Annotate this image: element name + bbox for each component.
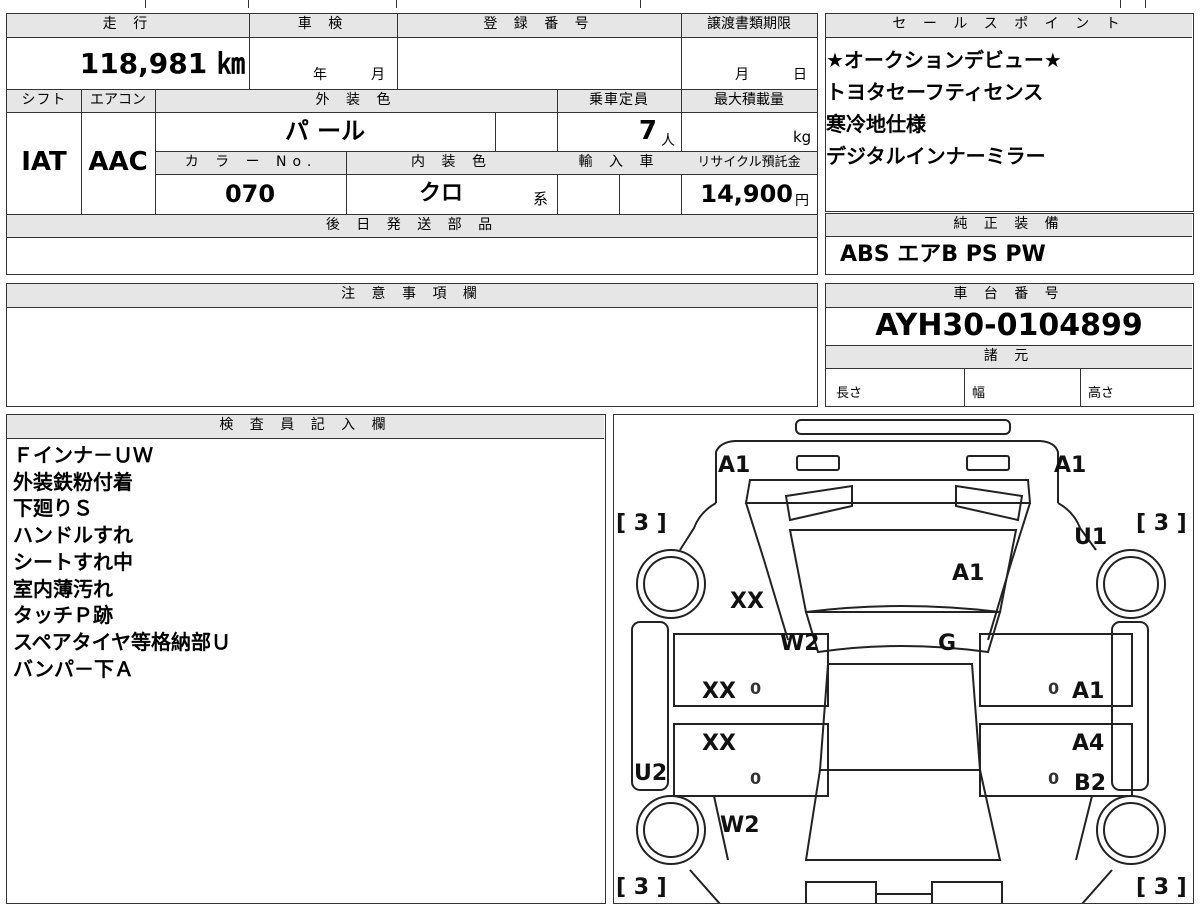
exterior-color-header: 外 装 色	[155, 90, 557, 112]
inspector-line: シートすれ中	[13, 549, 133, 574]
mark-zero: 0	[1048, 679, 1059, 698]
inspector-line: スペアタイヤ等格納部Ｕ	[13, 629, 231, 654]
inspector-line: 下廻りＳ	[13, 496, 93, 521]
import-header: 輸 入 車	[557, 152, 681, 174]
mark-right-front-fender: U1	[1074, 525, 1107, 550]
tire-tread-rear-left: [ 3 ]	[616, 875, 667, 900]
mark-left-front-fender: XX	[730, 589, 764, 614]
aircon-header: エアコン	[81, 90, 155, 112]
recycle-header: リサイクル預託金	[681, 152, 817, 174]
transfer-month: 月	[735, 67, 749, 83]
aircon-value: AAC	[88, 147, 148, 177]
mark-right-front-door: A1	[1072, 679, 1104, 704]
sales-point-item: デジタルインナーミラー	[826, 144, 1046, 168]
inspector-box: 検 査 員 記 入 欄 Ｆインナ－ＵＷ 外装鉄粉付着 下廻りＳ ハンドルすれ シ…	[6, 414, 606, 904]
mark-front-left: A1	[718, 453, 750, 478]
inspector-header: 検 査 員 記 入 欄	[7, 415, 604, 438]
mileage-header: 走 行	[7, 14, 249, 37]
transfer-deadline-header: 譲渡書類期限	[681, 14, 817, 37]
sales-point-item: ★オークションデビュー★	[826, 48, 1062, 72]
inspector-lines: Ｆインナ－ＵＷ 外装鉄粉付着 下廻りＳ ハンドルすれ シートすれ中 室内薄汚れ …	[13, 442, 231, 682]
mileage-value: 118,981 ㎞	[79, 47, 245, 80]
sales-points-header: セ ー ル ス ポ イ ン ト	[826, 14, 1192, 37]
mark-zero: 0	[750, 679, 761, 698]
shaken-year: 年	[313, 67, 327, 83]
mark-rear-left: W2	[720, 813, 760, 838]
mark-right-rear-door-lower: B2	[1074, 771, 1106, 796]
tire-tread-front-right: [ 3 ]	[1136, 511, 1187, 536]
car-diagram-box: A1 A1 A1 U1 XX W2 G XX A1 XX A4 B2 U2 W2…	[613, 414, 1194, 904]
capacity-unit: 人	[661, 133, 675, 149]
notes-box: 注 意 事 項 欄	[6, 283, 818, 407]
transfer-day: 日	[793, 67, 807, 83]
mark-windshield: G	[938, 631, 956, 656]
mark-windshield-left: W2	[780, 631, 820, 656]
inspector-line: 室内薄汚れ	[13, 576, 113, 601]
inspector-line: バンパ－下Ａ	[13, 656, 134, 681]
mark-right-rear-door-upper: A4	[1072, 731, 1104, 756]
vehicle-info-table: 走 行 車 検 登 録 番 号 譲渡書類期限 118,981 ㎞ 年 月 月 日…	[6, 13, 818, 275]
max-load-unit: kg	[793, 128, 812, 146]
chassis-box: 車 台 番 号 AYH30-0104899 諸 元 長さ 幅 高さ	[825, 283, 1194, 407]
max-load-header: 最大積載量	[681, 90, 817, 112]
mark-left-rocker: U2	[634, 761, 667, 786]
mark-hood: A1	[952, 561, 984, 586]
recycle-unit: 円	[795, 193, 809, 209]
shaken-month: 月	[371, 67, 385, 83]
interior-color-value: クロ	[418, 181, 463, 206]
inspector-line: Ｆインナ－ＵＷ	[13, 443, 153, 467]
interior-color-suffix: 系	[533, 190, 549, 208]
equipment-value: ABS エアB PS PW	[840, 242, 1046, 267]
interior-color-header: 内 装 色	[346, 152, 557, 174]
length-label: 長さ	[836, 386, 863, 401]
chassis-header: 車 台 番 号	[826, 284, 1192, 307]
later-parts-header: 後 日 発 送 部 品	[7, 215, 817, 237]
specs-header: 諸 元	[826, 346, 1192, 368]
tire-tread-front-left: [ 3 ]	[616, 511, 667, 536]
color-no-header: カ ラ ー No.	[156, 152, 346, 174]
mark-left-rear-door: XX	[702, 731, 736, 756]
sales-points-list: ★オークションデビュー★ トヨタセーフティセンス 寒冷地仕様 デジタルインナーミ…	[826, 44, 1192, 172]
capacity-header: 乗車定員	[557, 90, 681, 112]
inspector-line: タッチＰ跡	[13, 603, 113, 628]
shift-header: シフト	[7, 90, 81, 112]
color-no-value: 070	[224, 180, 276, 208]
equipment-box: 純 正 装 備 ABS エアB PS PW	[825, 213, 1194, 275]
exterior-color-value: パ ール	[284, 117, 366, 145]
car-diagram: A1 A1 A1 U1 XX W2 G XX A1 XX A4 B2 U2 W2…	[616, 418, 1187, 903]
mark-zero: 0	[750, 769, 761, 788]
tire-tread-rear-right: [ 3 ]	[1136, 875, 1187, 900]
equipment-header: 純 正 装 備	[826, 214, 1192, 236]
shift-value: IAT	[21, 147, 67, 177]
mark-front-right: A1	[1054, 453, 1086, 478]
notes-header: 注 意 事 項 欄	[7, 284, 817, 307]
capacity-value: 7	[638, 116, 657, 146]
inspector-line: ハンドルすれ	[13, 523, 133, 548]
top-strip	[0, 0, 1200, 8]
sales-point-item: トヨタセーフティセンス	[826, 80, 1044, 104]
mark-left-front-door: XX	[702, 679, 736, 704]
inspector-line: 外装鉄粉付着	[13, 469, 133, 494]
width-label: 幅	[972, 386, 986, 401]
sales-points-box: セ ー ル ス ポ イ ン ト ★オークションデビュー★ トヨタセーフティセンス…	[825, 13, 1194, 212]
chassis-number: AYH30-0104899	[875, 308, 1143, 343]
registration-header: 登 録 番 号	[397, 14, 681, 37]
sales-point-item: 寒冷地仕様	[826, 112, 926, 136]
mark-zero: 0	[1048, 769, 1059, 788]
height-label: 高さ	[1088, 386, 1115, 401]
recycle-value: 14,900	[700, 180, 793, 208]
shaken-header: 車 検	[249, 14, 397, 37]
